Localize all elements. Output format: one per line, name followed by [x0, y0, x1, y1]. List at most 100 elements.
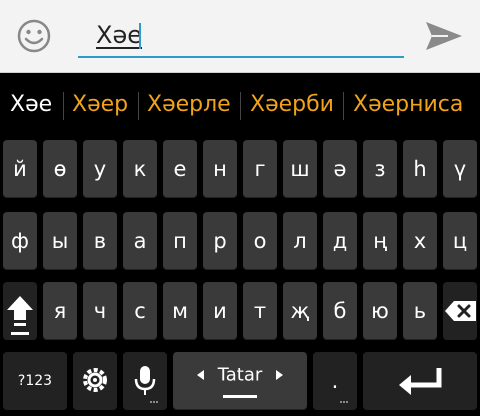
- key-label: р: [213, 229, 227, 253]
- key-label: ц: [452, 229, 468, 253]
- backspace-key[interactable]: [443, 282, 477, 340]
- suggestion-separator: [240, 92, 241, 120]
- key-и[interactable]: и: [203, 282, 237, 340]
- suggestion-separator: [63, 92, 64, 120]
- key-н[interactable]: н: [203, 140, 237, 198]
- key-с[interactable]: с: [123, 282, 157, 340]
- key-в[interactable]: в: [83, 212, 117, 270]
- key-ң[interactable]: ң: [363, 212, 397, 270]
- key-х[interactable]: х: [403, 212, 437, 270]
- symbols-key[interactable]: ?123: [3, 352, 67, 410]
- key-ш[interactable]: ш: [283, 140, 317, 198]
- key-й[interactable]: й: [3, 140, 37, 198]
- key-ю[interactable]: ю: [363, 282, 397, 340]
- key-label: б: [333, 299, 347, 323]
- key-д[interactable]: д: [323, 212, 357, 270]
- key-б[interactable]: б: [323, 282, 357, 340]
- key-г[interactable]: г: [243, 140, 277, 198]
- suggestion-0[interactable]: Хәе: [10, 88, 52, 122]
- key-label: в: [93, 229, 107, 253]
- message-input-text: Хәе: [96, 21, 142, 49]
- suggestion-1[interactable]: Хәер: [72, 88, 128, 122]
- key-label: ү: [453, 157, 467, 181]
- key-л[interactable]: л: [283, 212, 317, 270]
- key-label: о: [253, 229, 267, 253]
- key-label: ә: [333, 157, 347, 181]
- settings-gear-icon: [83, 368, 107, 392]
- key-label: ь: [413, 299, 427, 323]
- period-key[interactable]: .: [313, 352, 357, 410]
- key-ы[interactable]: ы: [43, 212, 77, 270]
- key-ф[interactable]: ф: [3, 212, 37, 270]
- settings-key[interactable]: [73, 352, 117, 410]
- key-п[interactable]: п: [163, 212, 197, 270]
- key-р[interactable]: р: [203, 212, 237, 270]
- suggestion-separator: [343, 92, 344, 120]
- key-label: м: [172, 299, 188, 323]
- key-о[interactable]: о: [243, 212, 277, 270]
- send-button[interactable]: [422, 18, 466, 54]
- key-label: с: [134, 299, 146, 323]
- message-input[interactable]: Хәе: [78, 18, 404, 58]
- key-label: ө: [53, 157, 67, 181]
- key-label: у: [93, 157, 107, 181]
- key-label: к: [133, 157, 147, 181]
- key-ч[interactable]: ч: [83, 282, 117, 340]
- key-ь[interactable]: ь: [403, 282, 437, 340]
- key-label: я: [53, 299, 67, 323]
- key-ц[interactable]: ц: [443, 212, 477, 270]
- key-label: н: [213, 157, 227, 181]
- key-м[interactable]: м: [163, 282, 197, 340]
- key-label: й: [13, 157, 27, 181]
- key-җ[interactable]: җ: [283, 282, 317, 340]
- enter-return-icon: [399, 368, 442, 395]
- key-label: г: [254, 157, 266, 181]
- key-label: х: [413, 229, 427, 253]
- key-label: и: [213, 299, 227, 323]
- key-label: а: [133, 229, 147, 253]
- key-label: ы: [51, 229, 69, 253]
- key-label: з: [374, 157, 386, 181]
- key-label: ш: [290, 157, 310, 181]
- suggestion-separator: [138, 92, 139, 120]
- key-я[interactable]: я: [43, 282, 77, 340]
- space-key[interactable]: Tatar: [173, 352, 307, 410]
- suggestion-3[interactable]: Хәерби: [250, 88, 334, 122]
- backspace-icon: [445, 301, 476, 321]
- microphone-icon: [134, 366, 158, 403]
- key-label: е: [173, 157, 187, 181]
- key-һ[interactable]: һ: [403, 140, 437, 198]
- key-label: ф: [11, 229, 29, 253]
- key-у[interactable]: у: [83, 140, 117, 198]
- key-е[interactable]: е: [163, 140, 197, 198]
- key-label: л: [293, 229, 307, 253]
- key-к[interactable]: к: [123, 140, 157, 198]
- key-label: һ: [413, 157, 427, 181]
- key-label: т: [253, 299, 267, 323]
- space-key-label: Tatar: [217, 364, 263, 386]
- text-caret: [139, 23, 141, 49]
- microphone-key[interactable]: [123, 352, 167, 410]
- more-dots-icon: [340, 401, 348, 403]
- key-label: п: [173, 229, 187, 253]
- key-label: ю: [371, 299, 389, 323]
- key-label: ч: [93, 299, 107, 323]
- key-label: ң: [373, 229, 387, 253]
- key-ү[interactable]: ү: [443, 140, 477, 198]
- key-label: җ: [290, 299, 310, 323]
- send-arrow-icon: [426, 22, 462, 50]
- enter-key[interactable]: [363, 352, 477, 410]
- suggestion-4[interactable]: Хәерниса: [353, 88, 463, 122]
- keyboard: й ө у к е н г ш ә з һ ү ф ы в а п р о л …: [0, 132, 480, 416]
- emoji-button[interactable]: [14, 16, 54, 56]
- compose-bar: Хәе: [0, 0, 480, 73]
- shift-key[interactable]: [3, 282, 37, 340]
- suggestion-2[interactable]: Хәерле: [147, 88, 231, 122]
- key-т[interactable]: т: [243, 282, 277, 340]
- key-а[interactable]: а: [123, 212, 157, 270]
- key-ө[interactable]: ө: [43, 140, 77, 198]
- key-label: д: [332, 229, 348, 253]
- key-ә[interactable]: ә: [323, 140, 357, 198]
- shift-arrow-icon: [7, 296, 33, 335]
- key-з[interactable]: з: [363, 140, 397, 198]
